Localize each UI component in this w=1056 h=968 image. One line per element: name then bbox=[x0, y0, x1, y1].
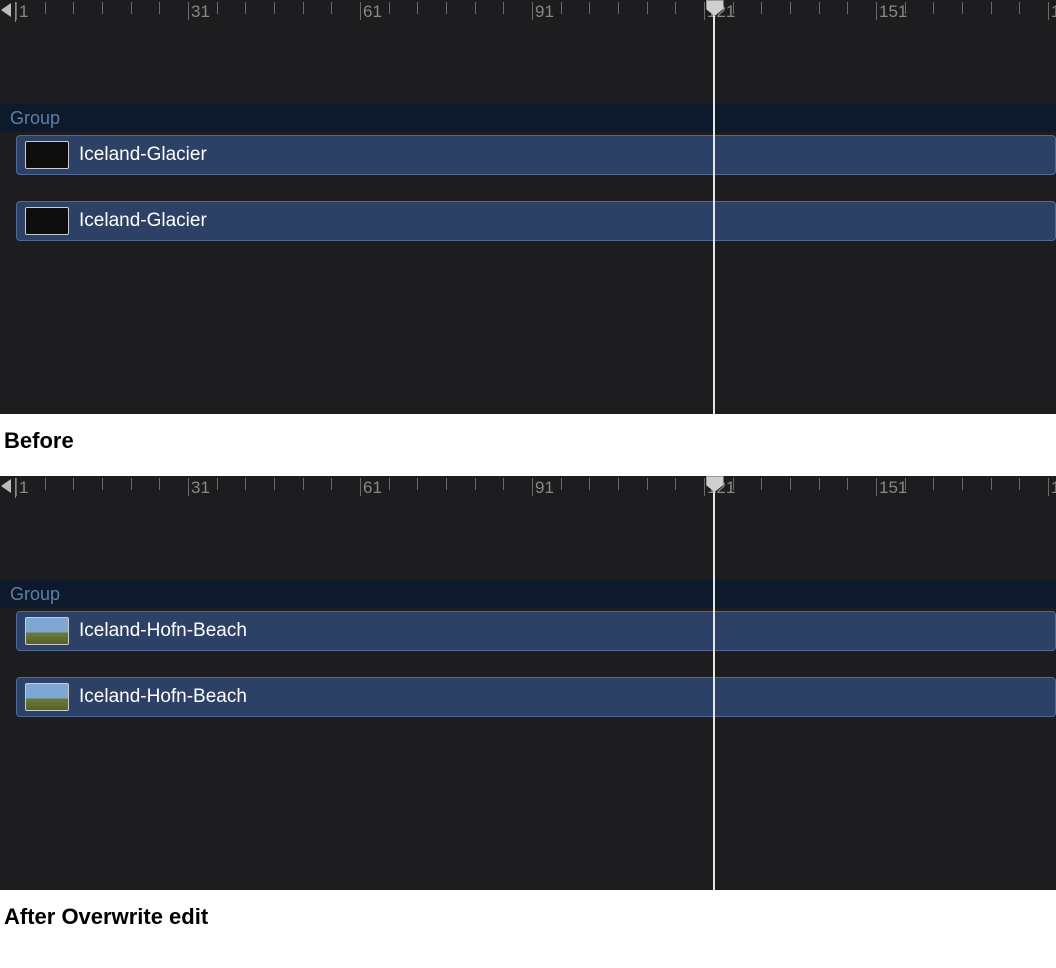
timeline-before: 1316191121151181 Group Iceland-Glacier I… bbox=[0, 0, 1056, 414]
timeline-ruler[interactable]: 1316191121151181 bbox=[0, 476, 1056, 500]
clip-thumbnail bbox=[25, 683, 69, 711]
clip-label: Iceland-Glacier bbox=[79, 144, 207, 166]
ruler-label: 151 bbox=[879, 478, 907, 498]
group-label: Group bbox=[10, 584, 60, 605]
go-to-start-icon[interactable] bbox=[0, 478, 12, 494]
clip-thumbnail bbox=[25, 141, 69, 169]
ruler-label: 31 bbox=[191, 478, 210, 498]
ruler-label: 151 bbox=[879, 2, 907, 22]
group-label: Group bbox=[10, 108, 60, 129]
ruler-label: 181 bbox=[1051, 2, 1056, 22]
caption-after: After Overwrite edit bbox=[0, 890, 1056, 934]
group-header[interactable]: Group bbox=[0, 104, 1056, 132]
timeline-after: 1316191121151181 Group Iceland-Hofn-Beac… bbox=[0, 476, 1056, 890]
playhead[interactable] bbox=[713, 476, 715, 890]
clip-bar[interactable]: Iceland-Hofn-Beach bbox=[16, 611, 1056, 651]
go-to-start-icon[interactable] bbox=[0, 2, 12, 18]
clip-thumbnail bbox=[25, 617, 69, 645]
clip-bar[interactable]: Iceland-Glacier bbox=[16, 135, 1056, 175]
ruler-label: 61 bbox=[363, 2, 382, 22]
clip-label: Iceland-Hofn-Beach bbox=[79, 686, 247, 708]
clip-bar[interactable]: Iceland-Hofn-Beach bbox=[16, 677, 1056, 717]
clip-label: Iceland-Glacier bbox=[79, 210, 207, 232]
ruler-label: 1 bbox=[19, 478, 28, 498]
clip-label: Iceland-Hofn-Beach bbox=[79, 620, 247, 642]
ruler-label: 91 bbox=[535, 2, 554, 22]
clip-bar[interactable]: Iceland-Glacier bbox=[16, 201, 1056, 241]
ruler-label: 31 bbox=[191, 2, 210, 22]
ruler-label: 1 bbox=[19, 2, 28, 22]
ruler-label: 91 bbox=[535, 478, 554, 498]
timeline-ruler[interactable]: 1316191121151181 bbox=[0, 0, 1056, 24]
ruler-label: 61 bbox=[363, 478, 382, 498]
group-header[interactable]: Group bbox=[0, 580, 1056, 608]
ruler-label: 181 bbox=[1051, 478, 1056, 498]
caption-before: Before bbox=[0, 414, 1056, 476]
clip-thumbnail bbox=[25, 207, 69, 235]
playhead[interactable] bbox=[713, 0, 715, 414]
